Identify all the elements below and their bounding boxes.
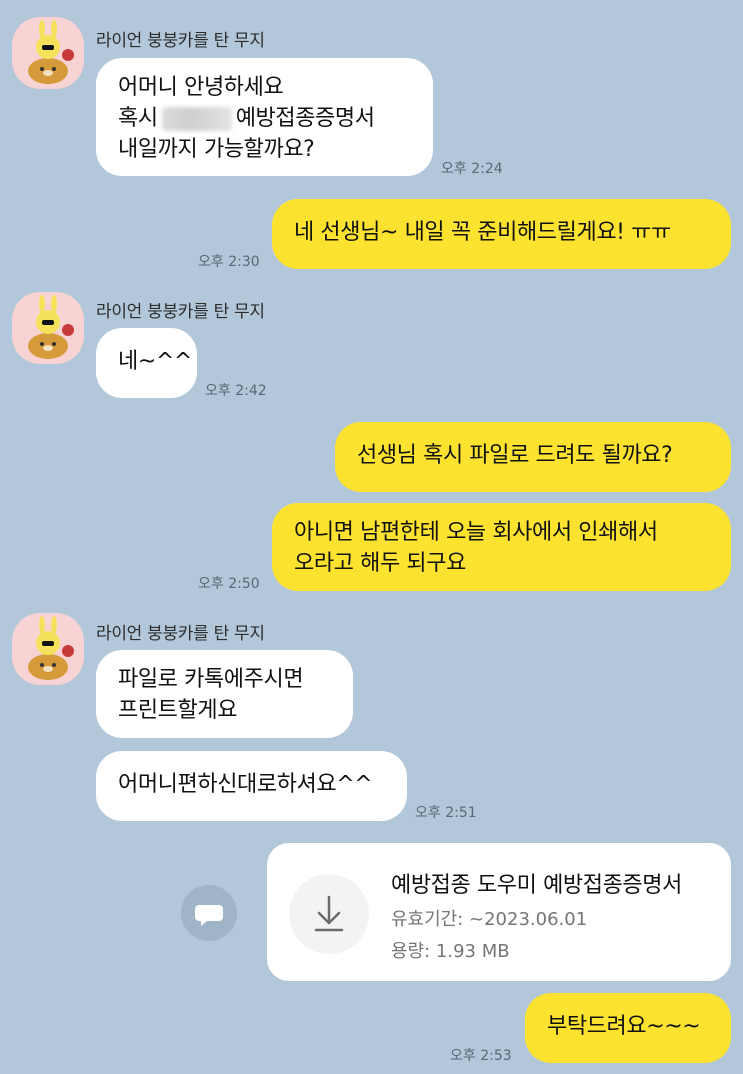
download-button[interactable]: [289, 874, 369, 954]
message-text: 내일까지 가능할까요?: [118, 137, 315, 162]
muzi-riding-ryan-icon: [28, 295, 74, 359]
message-time: 오후 2:24: [441, 161, 503, 177]
message-bubble[interactable]: 네 선생님~ 내일 꼭 준비해드릴게요! ㅠㅠ: [272, 199, 731, 269]
message-time: 오후 2:30: [198, 254, 260, 270]
file-size: 용량: 1.93 MB: [391, 941, 510, 962]
message-text: 네~^^: [118, 349, 192, 374]
message-bubble[interactable]: 파일로 카톡에주시면 프린트할게요: [96, 650, 353, 738]
message-text: 어머니 안녕하세요: [118, 75, 284, 100]
file-attachment[interactable]: 예방접종 도우미 예방접종증명서 유효기간: ~2023.06.01 용량: 1…: [267, 843, 731, 981]
contact-avatar[interactable]: [12, 17, 84, 89]
message-text: 오라고 해두 되구요: [294, 551, 466, 576]
message-text: 예방접종증명서: [235, 106, 375, 131]
muzi-riding-ryan-icon: [28, 20, 74, 84]
download-icon: [314, 895, 344, 932]
file-title: 예방접종 도우미 예방접종증명서: [391, 873, 682, 898]
message-text: 네 선생님~ 내일 꼭 준비해드릴게요! ㅠㅠ: [294, 220, 671, 245]
muzi-riding-ryan-icon: [28, 616, 74, 680]
message-text: 파일로 카톡에주시면: [118, 667, 304, 692]
sender-name: 라이언 붕붕카를 탄 무지: [96, 31, 265, 51]
message-text: 부탁드려요~~~: [547, 1014, 701, 1039]
redacted-name: [161, 107, 232, 131]
message-time: 오후 2:42: [205, 383, 267, 399]
message-time: 오후 2:53: [450, 1048, 512, 1064]
sender-name: 라이언 붕붕카를 탄 무지: [96, 302, 265, 322]
sender-name: 라이언 붕붕카를 탄 무지: [96, 624, 265, 644]
message-text: 혹시: [118, 106, 158, 131]
file-validity: 유효기간: ~2023.06.01: [391, 909, 588, 930]
message-bubble[interactable]: 어머니편하신대로하셔요^^: [96, 751, 407, 821]
message-text: 프린트할게요: [118, 698, 238, 723]
message-bubble[interactable]: 어머니 안녕하세요 혹시 예방접종증명서 내일까지 가능할까요?: [96, 58, 433, 176]
message-time: 오후 2:51: [415, 805, 477, 821]
message-bubble[interactable]: 부탁드려요~~~: [525, 993, 731, 1063]
message-bubble[interactable]: 선생님 혹시 파일로 드려도 될까요?: [335, 422, 731, 492]
message-text: 선생님 혹시 파일로 드려도 될까요?: [357, 443, 673, 468]
message-text: 아니면 남편한테 오늘 회사에서 인쇄해서: [294, 520, 658, 545]
message-bubble[interactable]: 네~^^: [96, 328, 197, 398]
contact-avatar[interactable]: [12, 613, 84, 685]
message-text: 어머니편하신대로하셔요^^: [118, 772, 373, 797]
contact-avatar[interactable]: [12, 292, 84, 364]
message-bubble[interactable]: 아니면 남편한테 오늘 회사에서 인쇄해서 오라고 해두 되구요: [272, 503, 731, 591]
share-button[interactable]: [181, 885, 237, 941]
message-time: 오후 2:50: [198, 576, 260, 592]
speech-bubble-icon: [195, 905, 223, 926]
